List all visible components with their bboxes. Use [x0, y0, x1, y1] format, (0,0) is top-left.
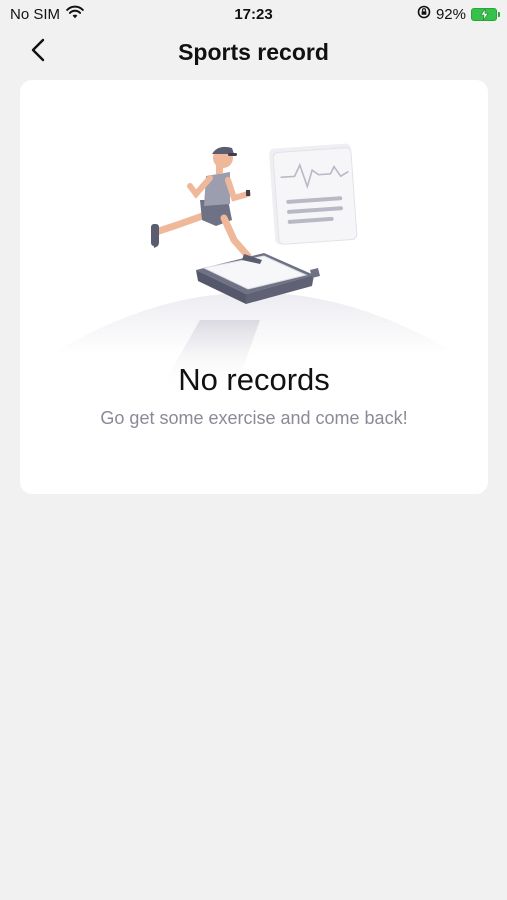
battery-percent: 92%	[435, 5, 466, 23]
empty-state-subtitle: Go get some exercise and come back!	[100, 408, 408, 428]
orientation-lock-icon	[417, 5, 431, 23]
empty-state-card: No records Go get some exercise and come…	[20, 80, 488, 494]
status-bar: No SIM 17:23 92%	[0, 0, 507, 28]
status-left: No SIM	[10, 5, 84, 23]
nav-bar: Sports record	[0, 28, 507, 76]
page-title: Sports record	[178, 38, 329, 65]
runner-illustration	[50, 143, 458, 390]
chevron-left-icon	[31, 38, 45, 67]
battery-icon	[471, 7, 500, 21]
status-right: 92%	[417, 5, 500, 23]
screen: No SIM 17:23 92% Sports record No record…	[0, 0, 507, 900]
wifi-icon	[66, 5, 84, 23]
back-button[interactable]	[20, 36, 56, 68]
carrier-label: No SIM	[10, 5, 61, 23]
empty-state-title: No records	[178, 362, 330, 397]
